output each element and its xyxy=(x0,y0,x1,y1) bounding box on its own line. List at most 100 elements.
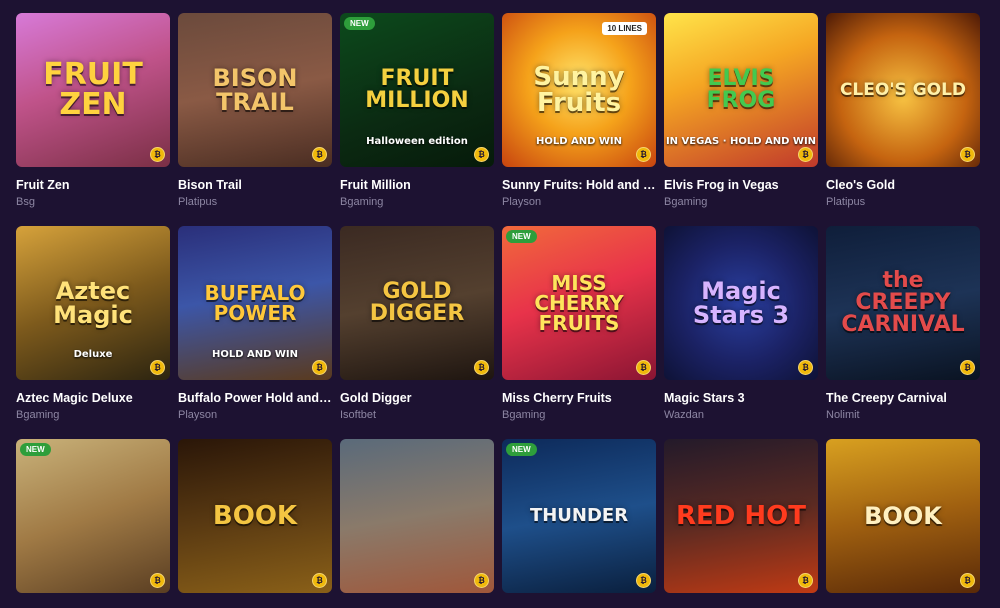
bitcoin-icon: ₿ xyxy=(474,360,489,375)
game-logo-art: Aztec Magic xyxy=(53,277,133,329)
new-badge: NEW xyxy=(506,443,537,456)
game-provider: Bgaming xyxy=(340,196,384,208)
bitcoin-icon: ₿ xyxy=(798,573,813,588)
bitcoin-icon: ₿ xyxy=(312,360,327,375)
game-logo-subtitle: HOLD AND WIN xyxy=(211,349,299,360)
game-logo-art xyxy=(87,510,99,522)
game-title[interactable]: Magic Stars 3 xyxy=(664,391,818,405)
new-badge: NEW xyxy=(20,443,51,456)
bitcoin-icon: ₿ xyxy=(150,360,165,375)
game-thumbnail[interactable]: Sunny Fruits HOLD AND WIN 10 LINES ₿ xyxy=(502,13,656,167)
game-thumbnail[interactable]: FRUIT ZEN ₿ xyxy=(16,13,170,167)
lines-badge: 10 LINES xyxy=(602,22,647,35)
game-title[interactable]: Miss Cherry Fruits xyxy=(502,391,656,405)
game-title[interactable]: Fruit Million xyxy=(340,178,494,192)
game-thumbnail[interactable]: THUNDER NEW ₿ xyxy=(502,439,656,593)
game-thumbnail[interactable]: the CREEPY CARNIVAL ₿ xyxy=(826,226,980,380)
bitcoin-icon: ₿ xyxy=(150,147,165,162)
game-logo-art: THUNDER xyxy=(529,505,629,526)
game-thumbnail[interactable]: FRUIT MILLION Halloween edition NEW ₿ xyxy=(340,13,494,167)
game-card[interactable]: RED HOT ₿ xyxy=(664,439,818,608)
game-logo-art: CLEO'S GOLD xyxy=(839,79,967,100)
game-card[interactable]: MISS CHERRY FRUITS NEW ₿ Miss Cherry Fruits… xyxy=(502,226,656,421)
game-logo-art: Magic Stars 3 xyxy=(692,277,790,329)
game-provider: Bgaming xyxy=(502,409,546,421)
game-thumbnail[interactable]: Aztec Magic Deluxe ₿ xyxy=(16,226,170,380)
new-badge: NEW xyxy=(506,230,537,243)
game-card[interactable]: THUNDER NEW ₿ xyxy=(502,439,656,608)
game-logo-art: RED HOT xyxy=(675,501,806,531)
game-provider: Wazdan xyxy=(664,409,704,421)
game-thumbnail[interactable]: BISON TRAIL ₿ xyxy=(178,13,332,167)
game-provider: Bsg xyxy=(16,196,35,208)
bitcoin-icon: ₿ xyxy=(474,573,489,588)
game-thumbnail[interactable]: BOOK ₿ xyxy=(826,439,980,593)
game-title[interactable]: Sunny Fruits: Hold and Win xyxy=(502,178,656,192)
game-card[interactable]: the CREEPY CARNIVAL ₿ The Creepy Carnival N… xyxy=(826,226,980,421)
game-logo-subtitle: HOLD AND WIN xyxy=(535,136,623,147)
game-logo-subtitle: Halloween edition xyxy=(366,136,468,147)
bitcoin-icon: ₿ xyxy=(798,147,813,162)
bitcoin-icon: ₿ xyxy=(960,147,975,162)
game-card[interactable]: Magic Stars 3 ₿ Magic Stars 3 Wazdan xyxy=(664,226,818,421)
game-card[interactable]: FRUIT ZEN ₿ Fruit Zen Bsg xyxy=(16,13,170,208)
game-logo-art: FRUIT MILLION xyxy=(365,66,469,113)
game-provider: Platipus xyxy=(826,196,866,208)
game-thumbnail[interactable]: NEW ₿ xyxy=(16,439,170,593)
game-title[interactable]: The Creepy Carnival xyxy=(826,391,980,405)
game-provider: Isoftbet xyxy=(340,409,377,421)
game-title[interactable]: Gold Digger xyxy=(340,391,494,405)
game-logo-art: BOOK xyxy=(212,501,298,531)
game-thumbnail[interactable]: BOOK ₿ xyxy=(178,439,332,593)
game-card[interactable]: FRUIT MILLION Halloween edition NEW ₿ Fruit … xyxy=(340,13,494,208)
game-provider: Bgaming xyxy=(16,409,60,421)
game-card[interactable]: BOOK ₿ xyxy=(178,439,332,608)
game-card[interactable]: ₿ xyxy=(340,439,494,608)
bitcoin-icon: ₿ xyxy=(960,360,975,375)
game-provider: Bgaming xyxy=(664,196,708,208)
bitcoin-icon: ₿ xyxy=(798,360,813,375)
new-badge: NEW xyxy=(344,17,375,30)
game-thumbnail[interactable]: GOLD DIGGER ₿ xyxy=(340,226,494,380)
game-card[interactable]: BOOK ₿ xyxy=(826,439,980,608)
game-provider: Nolimit xyxy=(826,409,860,421)
game-logo-art: the CREEPY CARNIVAL xyxy=(841,268,965,337)
game-logo-art xyxy=(411,510,423,522)
game-title[interactable]: Elvis Frog in Vegas xyxy=(664,178,818,192)
bitcoin-icon: ₿ xyxy=(636,573,651,588)
game-logo-art: BUFFALO POWER xyxy=(204,281,306,325)
game-thumbnail[interactable]: BUFFALO POWER HOLD AND WIN ₿ xyxy=(178,226,332,380)
game-card[interactable]: BISON TRAIL ₿ Bison Trail Platipus xyxy=(178,13,332,208)
bitcoin-icon: ₿ xyxy=(312,573,327,588)
game-logo-art: MISS CHERRY FRUITS xyxy=(534,271,624,335)
game-logo-art: ELVIS FROG xyxy=(706,66,776,113)
game-card[interactable]: GOLD DIGGER ₿ Gold Digger Isoftbet xyxy=(340,226,494,421)
game-title[interactable]: Aztec Magic Deluxe xyxy=(16,391,170,405)
game-thumbnail[interactable]: CLEO'S GOLD ₿ xyxy=(826,13,980,167)
game-logo-art: GOLD DIGGER xyxy=(369,279,465,326)
game-provider: Platipus xyxy=(178,196,218,208)
game-thumbnail[interactable]: Magic Stars 3 ₿ xyxy=(664,226,818,380)
game-card[interactable]: NEW ₿ xyxy=(16,439,170,608)
game-thumbnail[interactable]: RED HOT ₿ xyxy=(664,439,818,593)
game-logo-art: Sunny Fruits xyxy=(533,62,625,118)
game-card[interactable]: ELVIS FROG IN VEGAS · HOLD AND WIN ₿ Elvis … xyxy=(664,13,818,208)
game-provider: Playson xyxy=(178,409,218,421)
game-thumbnail[interactable]: ELVIS FROG IN VEGAS · HOLD AND WIN ₿ xyxy=(664,13,818,167)
game-title[interactable]: Bison Trail xyxy=(178,178,332,192)
game-card[interactable]: CLEO'S GOLD ₿ Cleo's Gold Platipus xyxy=(826,13,980,208)
game-card[interactable]: Sunny Fruits HOLD AND WIN 10 LINES ₿ Sunny F… xyxy=(502,13,656,208)
bitcoin-icon: ₿ xyxy=(312,147,327,162)
game-thumbnail[interactable]: MISS CHERRY FRUITS NEW ₿ xyxy=(502,226,656,380)
game-title[interactable]: Buffalo Power Hold and Win xyxy=(178,391,332,405)
game-thumbnail[interactable]: ₿ xyxy=(340,439,494,593)
game-card[interactable]: Aztec Magic Deluxe ₿ Aztec Magic Deluxe Bgam… xyxy=(16,226,170,421)
game-logo-art: BISON TRAIL xyxy=(212,64,298,116)
game-grid: FRUIT ZEN ₿ Fruit Zen Bsg BISON TRAIL ₿ Bison … xyxy=(16,13,980,608)
bitcoin-icon: ₿ xyxy=(474,147,489,162)
bitcoin-icon: ₿ xyxy=(150,573,165,588)
game-title[interactable]: Cleo's Gold xyxy=(826,178,980,192)
game-card[interactable]: BUFFALO POWER HOLD AND WIN ₿ Buffalo Power … xyxy=(178,226,332,421)
game-provider: Playson xyxy=(502,196,542,208)
game-title[interactable]: Fruit Zen xyxy=(16,178,170,192)
